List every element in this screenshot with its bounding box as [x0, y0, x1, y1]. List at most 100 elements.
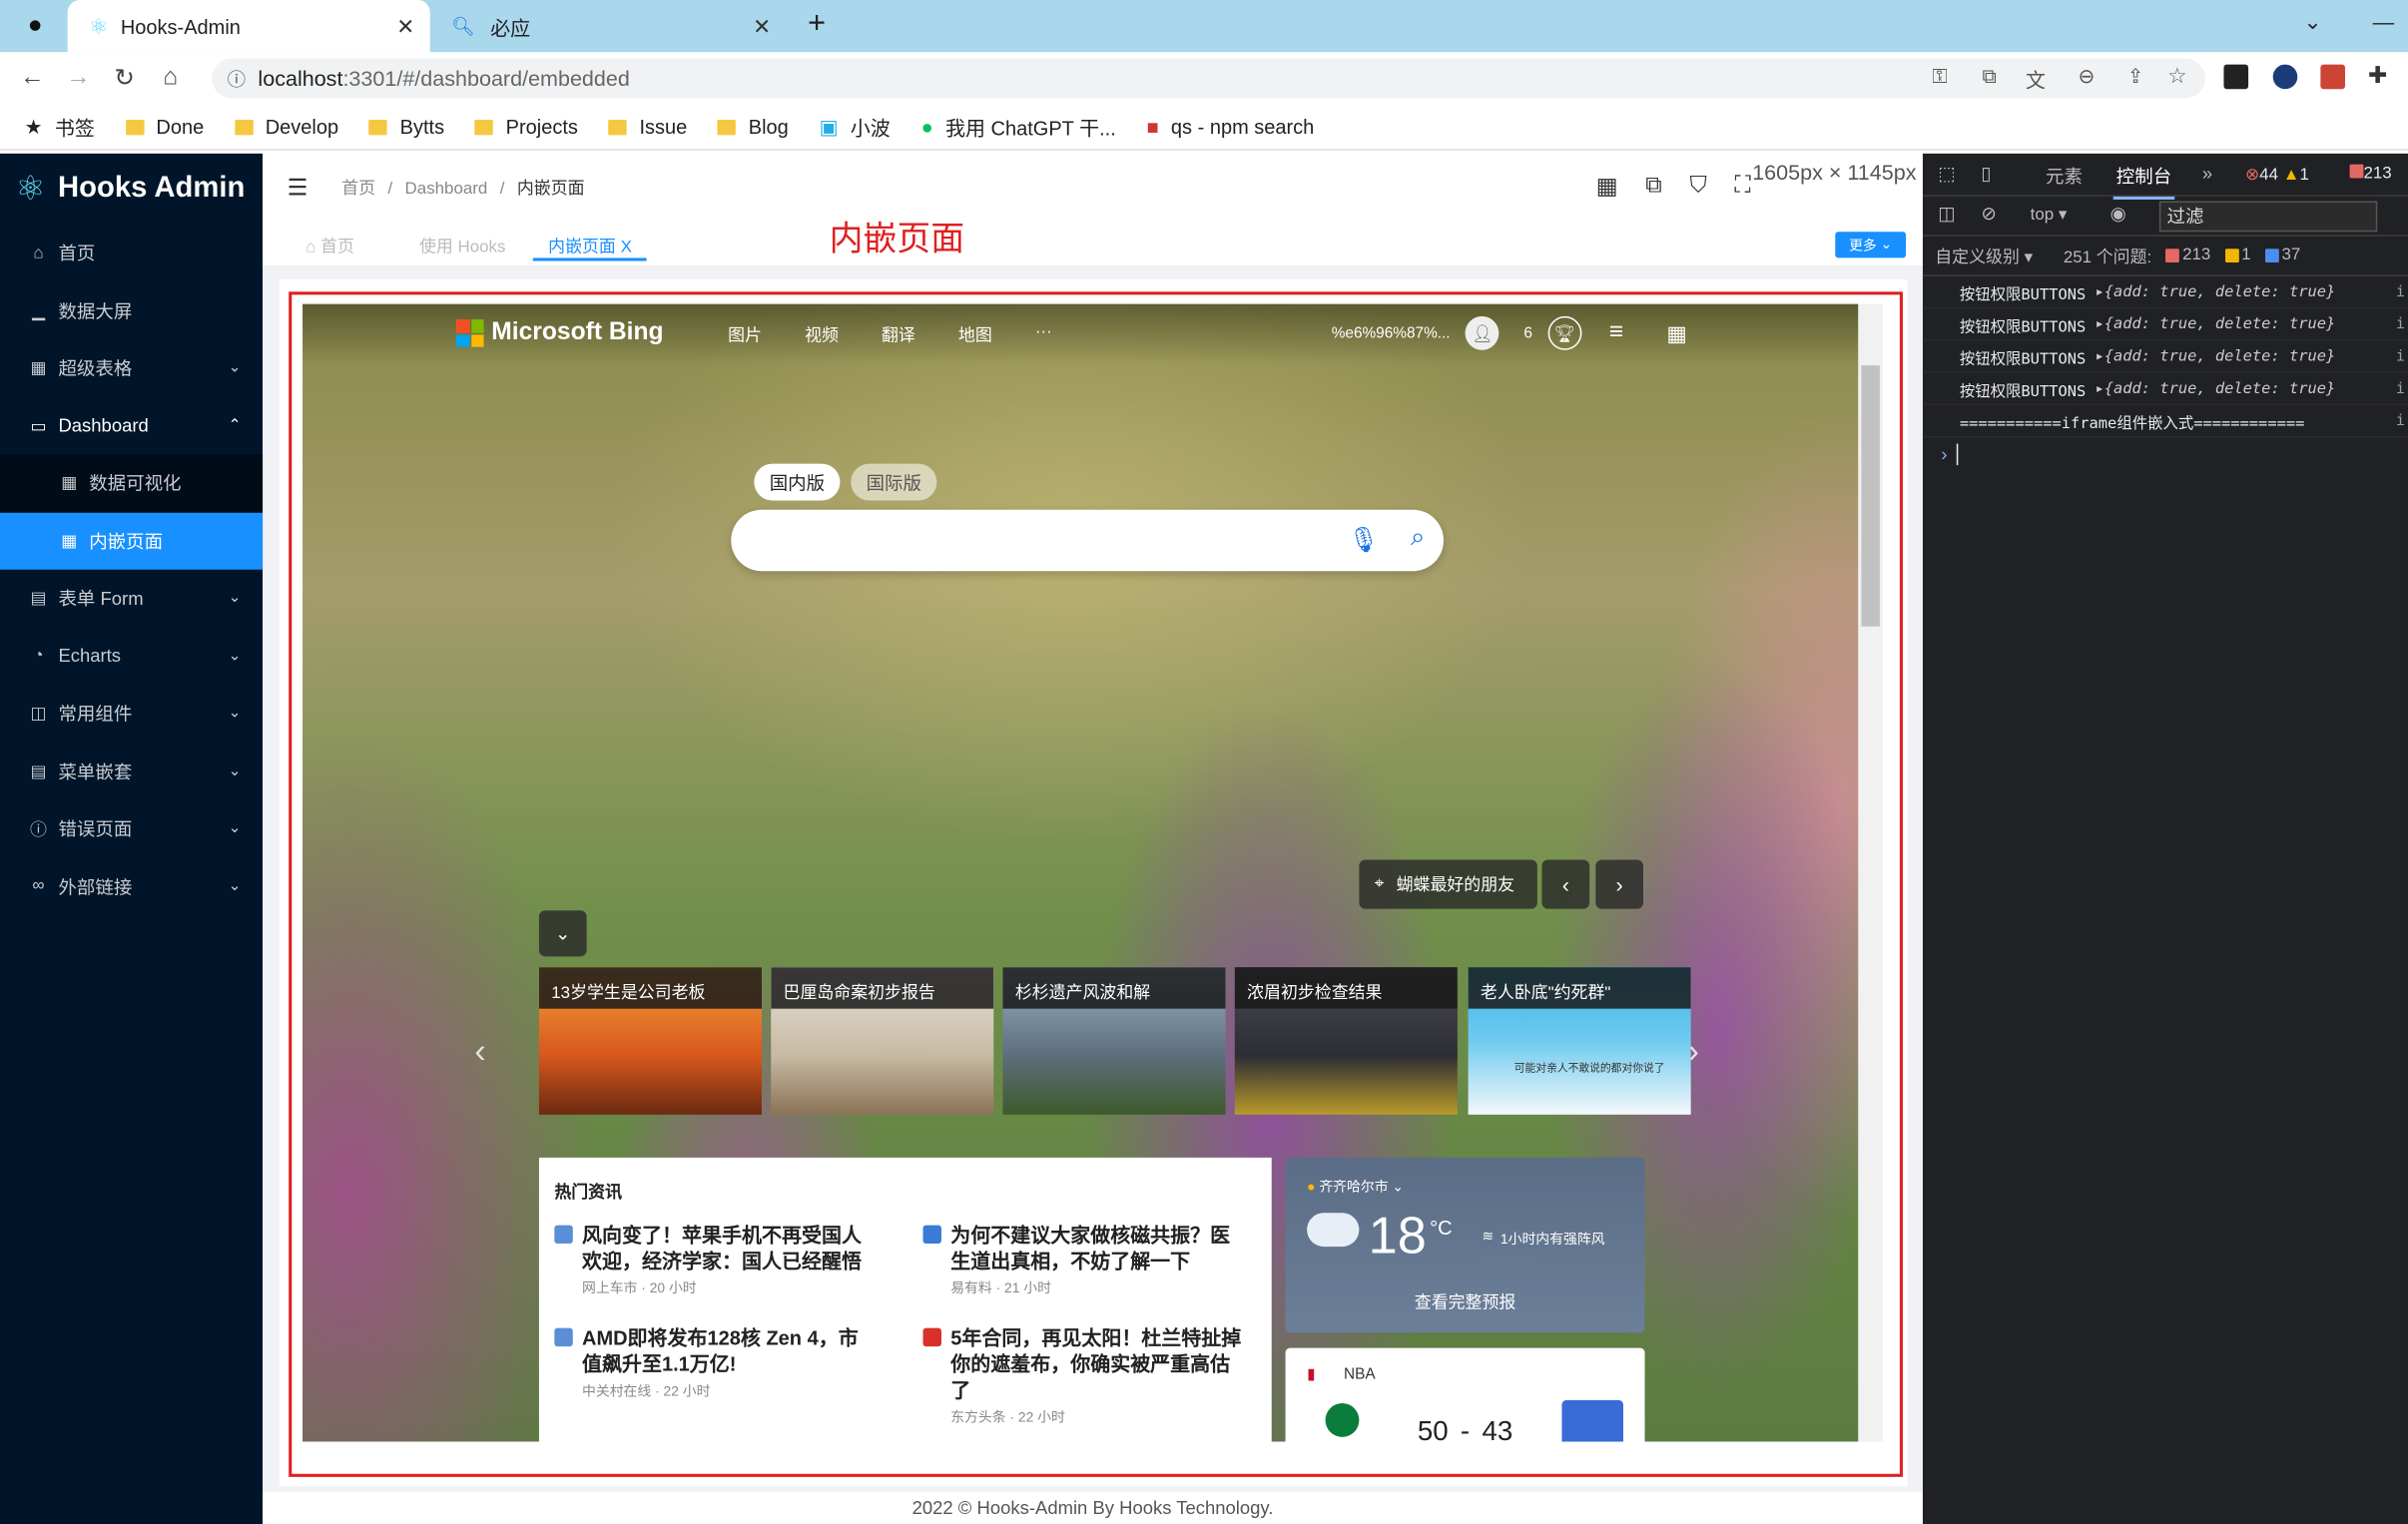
sidebar-item-7[interactable]: ◔ Echarts ⌄ — [0, 627, 263, 685]
breadcrumb-dashboard[interactable]: Dashboard — [405, 180, 488, 198]
log-source-link[interactable]: i — [2396, 347, 2405, 364]
close-tab-icon[interactable]: ✕ — [753, 13, 771, 39]
forward-icon[interactable]: → — [55, 65, 101, 93]
address-bar[interactable]: ⓘ localhost:3301/#/dashboard/embedded ⚿ … — [212, 58, 2205, 99]
scope-intl-button[interactable]: 国际版 — [851, 463, 937, 501]
log-level-selector[interactable]: 自定义级别 ▾ — [1935, 244, 2033, 268]
news-card[interactable]: 浓眉初步检查结果 — [1234, 967, 1458, 1115]
sidebar-item-5[interactable]: ▦ 内嵌页面 — [0, 512, 264, 570]
bing-nav-item[interactable]: 视频 — [805, 322, 839, 347]
bing-nav-item[interactable]: 图片 — [728, 322, 762, 347]
image-info-button[interactable]: ⌖ 蝴蝶最好的朋友 — [1359, 859, 1537, 909]
hot-news-item[interactable]: AMD即将发布128核 Zen 4，市值飙升至1.1万亿! 中关村在线 · 22… — [554, 1325, 877, 1400]
bookmark-item[interactable]: ▣ 小波 — [820, 112, 891, 141]
devtools-tab-elements[interactable]: 元素 — [2046, 163, 2083, 189]
carousel-prev-icon[interactable]: ‹ — [474, 1032, 485, 1072]
console-log-line[interactable]: 按钮权限BUTTONS ▸{add: true, delete: true} i — [1922, 276, 2408, 309]
browser-tab-bing[interactable]: 🔍︎ 必应 ✕ — [436, 0, 787, 52]
app-logo[interactable]: ⚛ Hooks Admin — [0, 154, 263, 225]
weather-forecast-link[interactable]: 查看完整预报 — [1415, 1289, 1516, 1314]
device-toggle-icon[interactable]: ▯ — [1981, 163, 1991, 185]
bing-nav-item[interactable]: 地图 — [958, 322, 992, 347]
language-icon[interactable]: ⧉ — [1645, 172, 1661, 200]
error-count[interactable]: ⊗44 ▲1 — [2245, 165, 2309, 184]
bookmark-item[interactable]: Projects — [474, 115, 578, 138]
sidebar-item-8[interactable]: ◫ 常用组件 ⌄ — [0, 685, 263, 743]
user-name[interactable]: %e6%96%87%... — [1332, 324, 1451, 341]
nba-score-card[interactable]: ▮ NBA 50 - 43 — [1285, 1347, 1645, 1442]
log-object[interactable]: ▸{add: true, delete: true} — [2095, 315, 2335, 332]
breadcrumb-home[interactable]: 首页 — [341, 180, 375, 198]
key-icon[interactable]: ⚿ — [1932, 65, 1947, 90]
bookmark-item[interactable]: Done — [125, 115, 204, 138]
extension-icon-3[interactable] — [2320, 64, 2345, 90]
new-tab-button[interactable]: + — [808, 6, 826, 41]
bookmark-item[interactable]: ★ 书签 — [25, 112, 95, 141]
bookmark-item[interactable]: Bytts — [368, 115, 444, 138]
fullscreen-icon[interactable]: ⛶ — [1734, 172, 1750, 200]
bookmark-item[interactable]: Blog — [718, 115, 789, 138]
extension-icon-2[interactable] — [2272, 64, 2298, 90]
devtools-more-tabs[interactable]: » — [2202, 163, 2212, 185]
hot-news-item[interactable]: 为何不建议大家做核磁共振？医生道出真相，不妨了解一下 易有料 · 21 小时 — [922, 1222, 1246, 1296]
extensions-puzzle-icon[interactable]: ✚ — [2368, 62, 2387, 89]
bookmark-item[interactable]: Issue — [608, 115, 687, 138]
github-icon[interactable]: ● — [28, 12, 43, 40]
rewards-points[interactable]: 6 — [1523, 324, 1532, 341]
menu-fold-icon[interactable]: ☰ — [288, 174, 308, 201]
info-icon[interactable]: ⓘ — [228, 66, 246, 92]
news-card[interactable]: 老人卧底"约死群" 可能对亲人不敢说的都对你说了 — [1468, 967, 1691, 1115]
bing-nav-item[interactable]: ··· — [1035, 322, 1052, 347]
layout-icon[interactable]: ▦ — [1596, 172, 1618, 200]
context-selector[interactable]: top ▾ — [2031, 205, 2068, 224]
sidebar-item-4[interactable]: ▦ 数据可视化 — [0, 454, 264, 513]
console-log-line[interactable]: 按钮权限BUTTONS ▸{add: true, delete: true} i — [1922, 341, 2408, 373]
theme-icon[interactable]: ⛉ — [1689, 172, 1706, 200]
collapse-feed-button[interactable]: ⌄ — [538, 910, 587, 957]
sidebar-item-6[interactable]: ▤ 表单 Form ⌄ — [0, 570, 263, 628]
console-filter-input[interactable]: 过滤 — [2158, 201, 2378, 233]
translate-icon[interactable]: 文 — [2026, 65, 2046, 94]
share-icon[interactable]: ⇪ — [2127, 65, 2144, 90]
sidebar-item-1[interactable]: ▁ 数据大屏 — [0, 281, 263, 339]
sidebar-item-2[interactable]: ▦ 超级表格 ⌄ — [0, 339, 263, 397]
sidebar-toggle-icon[interactable]: ◫ — [1938, 203, 1955, 225]
minimize-icon[interactable]: — — [2373, 9, 2395, 34]
log-object[interactable]: ▸{add: true, delete: true} — [2095, 347, 2335, 364]
rewards-icon[interactable]: 🏆︎ — [1547, 315, 1582, 350]
microphone-icon[interactable]: 🎙︎ — [1348, 525, 1379, 556]
sidebar-item-9[interactable]: ▤ 菜单嵌套 ⌄ — [0, 743, 263, 800]
home-icon[interactable]: ⌂ — [148, 65, 194, 93]
bookmark-item[interactable]: Develop — [234, 115, 338, 138]
avatar-icon[interactable]: 👤︎ — [1465, 315, 1500, 350]
log-source-link[interactable]: i — [2396, 380, 2405, 397]
news-card[interactable]: 杉杉遗产风波和解 — [1002, 967, 1226, 1115]
tab-use-hooks[interactable]: 使用 Hooks — [419, 234, 506, 258]
issue-count[interactable]: 213 — [2349, 164, 2392, 183]
issues-summary[interactable]: 251 个问题: 213 1 37 — [2064, 244, 2300, 268]
search-icon[interactable]: ⌕ — [1411, 522, 1426, 553]
inspect-icon[interactable]: ⬚ — [1938, 163, 1955, 185]
close-icon[interactable]: X — [621, 238, 632, 255]
sidebar-item-10[interactable]: ⓘ 错误页面 ⌄ — [0, 799, 263, 857]
log-object[interactable]: ▸{add: true, delete: true} — [2095, 380, 2335, 397]
extension-icon-1[interactable] — [2223, 64, 2249, 90]
iframe-scrollbar-thumb[interactable] — [1861, 365, 1880, 627]
reload-icon[interactable]: ↻ — [102, 63, 148, 94]
hot-news-item[interactable]: 5年合同，再见太阳！杜兰特扯掉你的遮羞布，你确实被严重高估了 东方头条 · 22… — [922, 1325, 1246, 1427]
tab-home[interactable]: ⌂ 首页 — [305, 234, 354, 258]
prev-image-button[interactable]: ‹ — [1541, 859, 1590, 909]
clear-console-icon[interactable]: ⊘ — [1981, 203, 1996, 225]
console-prompt[interactable]: › — [1923, 437, 2408, 471]
bing-search-input[interactable]: 🎙︎ ⌕ — [731, 509, 1445, 572]
news-card[interactable]: 巴厘岛命案初步报告 — [771, 967, 994, 1115]
tab-embedded[interactable]: 内嵌页面 X — [532, 234, 648, 261]
bing-nav-item[interactable]: 翻译 — [882, 322, 915, 347]
microsoft-bing-logo[interactable]: Microsoft Bing — [455, 318, 664, 347]
bing-iframe[interactable]: Microsoft Bing 图片 视频 翻译 地图 ··· %e6%96%87%...… — [302, 303, 1859, 1442]
log-object[interactable]: ▸{add: true, delete: true} — [2095, 283, 2335, 300]
zoom-icon[interactable]: ⊖ — [2078, 65, 2095, 90]
sidebar-item-0[interactable]: ⌂ 首页 — [0, 225, 263, 282]
hot-news-item[interactable]: 风向变了！苹果手机不再受国人欢迎，经济学家：国人已经醒悟 网上车市 · 20 小… — [554, 1222, 877, 1296]
scope-cn-button[interactable]: 国内版 — [754, 463, 841, 501]
